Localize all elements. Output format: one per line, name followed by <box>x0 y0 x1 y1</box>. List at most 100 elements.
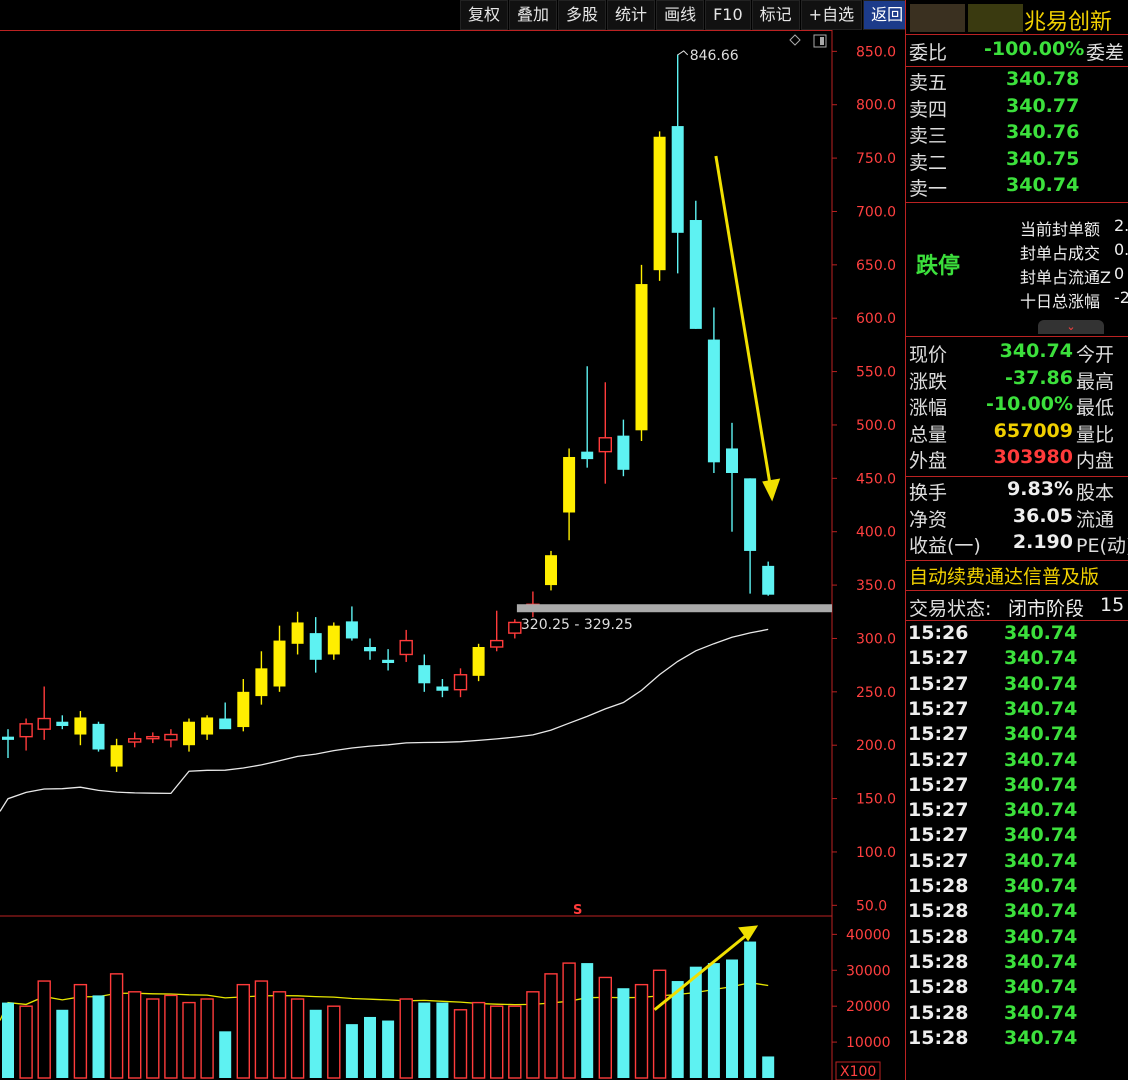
volume-bar <box>382 1020 395 1078</box>
candle-body <box>762 565 775 595</box>
price-tick-label: 600.0 <box>856 311 896 327</box>
volume-bar <box>19 1005 33 1079</box>
candle-body <box>19 723 33 738</box>
tick-row: 15:26 340.74 <box>906 622 1128 647</box>
ask-row: 卖四 340.77 <box>906 95 1128 121</box>
volume-bar <box>490 1005 504 1079</box>
tick-time: 15:27 <box>908 748 969 771</box>
tick-time: 15:28 <box>908 925 969 948</box>
tick-row: 15:28 340.74 <box>906 1027 1128 1052</box>
candle-body <box>635 284 648 431</box>
high-label: 846.66 <box>690 48 739 64</box>
candle-body <box>472 646 485 676</box>
tick-row: 15:28 340.74 <box>906 976 1128 1001</box>
limit-row-value: 2. <box>1114 216 1128 235</box>
price-tick-label: 500.0 <box>856 418 896 434</box>
limit-row-value: -2 <box>1114 288 1128 307</box>
ask-label: 卖二 <box>909 151 948 174</box>
candle-body <box>37 717 51 730</box>
volume-bar <box>56 1009 69 1078</box>
price-tick-label: 850.0 <box>856 44 896 60</box>
banner-row[interactable]: 自动续费通达信普及版 <box>906 562 1128 590</box>
toolbar-button-6[interactable]: 标记 <box>751 0 800 30</box>
toolbar-button-5[interactable]: F10 <box>705 0 751 30</box>
tick-row: 15:27 340.74 <box>906 824 1128 849</box>
expand-button[interactable]: ⌄ <box>1038 320 1104 334</box>
quote-value: -37.86 <box>1005 366 1073 389</box>
order-ratio-label: 委比 <box>909 42 948 64</box>
tick-row: 15:28 340.74 <box>906 900 1128 925</box>
candle-body <box>707 339 720 463</box>
candle-body <box>273 640 286 687</box>
limit-row: 十日总涨幅 -2 <box>906 288 1128 312</box>
tick-row: 15:27 340.74 <box>906 673 1128 698</box>
quote2-label: 净资 <box>909 508 948 531</box>
price-tick-label: 550.0 <box>856 365 896 381</box>
quote-label-2: 最高 <box>1076 370 1115 393</box>
volume-tick-label: 30000 <box>846 963 891 979</box>
tick-time: 15:27 <box>908 799 969 822</box>
tick-row: 15:28 340.74 <box>906 1002 1128 1027</box>
toolbar-button-1[interactable]: 叠加 <box>509 0 558 30</box>
candle-body <box>309 633 322 660</box>
ask-row: 卖一 340.74 <box>906 174 1128 200</box>
ask-label: 卖三 <box>909 125 948 147</box>
volume-bar <box>290 998 305 1079</box>
candle-body <box>689 220 702 329</box>
tick-row: 15:27 340.74 <box>906 774 1128 799</box>
volume-tick-label: 40000 <box>846 927 891 943</box>
quote2-label-2: PE(动) <box>1076 535 1128 557</box>
volume-bar <box>436 1002 449 1078</box>
tick-time: 15:28 <box>908 875 969 897</box>
volume-bar <box>254 980 269 1079</box>
price-tick-label: 750.0 <box>856 151 896 167</box>
limit-row-label: 十日总涨幅 <box>1020 292 1101 311</box>
ask-price: 340.76 <box>1006 121 1080 143</box>
trade-status-value: 闭市阶段 <box>1008 598 1085 620</box>
tick-price: 340.74 <box>1004 1026 1078 1049</box>
toolbar-button-3[interactable]: 统计 <box>607 0 656 30</box>
price-tick-label: 200.0 <box>856 738 896 754</box>
toolbar-button-7[interactable]: +自选 <box>800 0 863 30</box>
toolbar-button-4[interactable]: 画线 <box>656 0 705 30</box>
price-tick-label: 800.0 <box>856 98 896 114</box>
banner-text[interactable]: 自动续费通达信普及版 <box>909 562 1099 589</box>
candle-body <box>436 686 449 691</box>
candle-body <box>237 691 250 728</box>
volume-bar <box>617 988 630 1078</box>
tick-price: 340.74 <box>1004 697 1078 720</box>
toolbar-button-8[interactable]: 返回 <box>863 0 912 30</box>
tick-price: 340.74 <box>1004 875 1078 897</box>
tick-row: 15:28 340.74 <box>906 875 1128 900</box>
quote2-label: 收益(一) <box>909 535 981 557</box>
quote-row: 总量 657009 量比 <box>906 420 1128 446</box>
toolbar-button-2[interactable]: 多股 <box>558 0 607 30</box>
kline-chart[interactable]: 320.25 - 329.25 846.66 S 50.0 100.0 150.0 200… <box>0 30 905 1080</box>
price-tick-label: 350.0 <box>856 578 896 594</box>
tick-price: 340.74 <box>1004 773 1078 796</box>
candle-body <box>110 745 123 767</box>
toolbar-button-0[interactable]: 复权 <box>460 0 509 30</box>
limit-row-value: 0 <box>1114 264 1125 283</box>
quote-label: 总量 <box>909 423 948 446</box>
quote-row: 外盘 303980 内盘 <box>906 446 1128 472</box>
chart-toolbar: 复权 叠加 多股 统计 画线 F10 标记 +自选 返回 <box>460 0 912 30</box>
volume-bar <box>689 966 702 1078</box>
signal-marker: S <box>573 903 582 918</box>
tick-time: 15:28 <box>908 1001 969 1024</box>
quote-label: 外盘 <box>909 450 948 472</box>
volume-bar <box>345 1024 358 1078</box>
price-tick-label: 150.0 <box>856 792 896 808</box>
tick-price: 340.74 <box>1004 900 1078 923</box>
quote-row: 涨幅 -10.00% 最低 <box>906 393 1128 419</box>
price-tick-label: 400.0 <box>856 525 896 541</box>
volume-bar <box>164 994 178 1079</box>
candle-body <box>453 674 468 691</box>
tick-time: 15:26 <box>908 622 969 644</box>
tick-row: 15:27 340.74 <box>906 799 1128 824</box>
tick-price: 340.74 <box>1004 976 1078 999</box>
ask-price: 340.77 <box>1006 94 1080 117</box>
tick-price: 340.74 <box>1004 647 1078 670</box>
tick-row: 15:28 340.74 <box>906 951 1128 976</box>
volume-bar <box>327 1005 341 1079</box>
